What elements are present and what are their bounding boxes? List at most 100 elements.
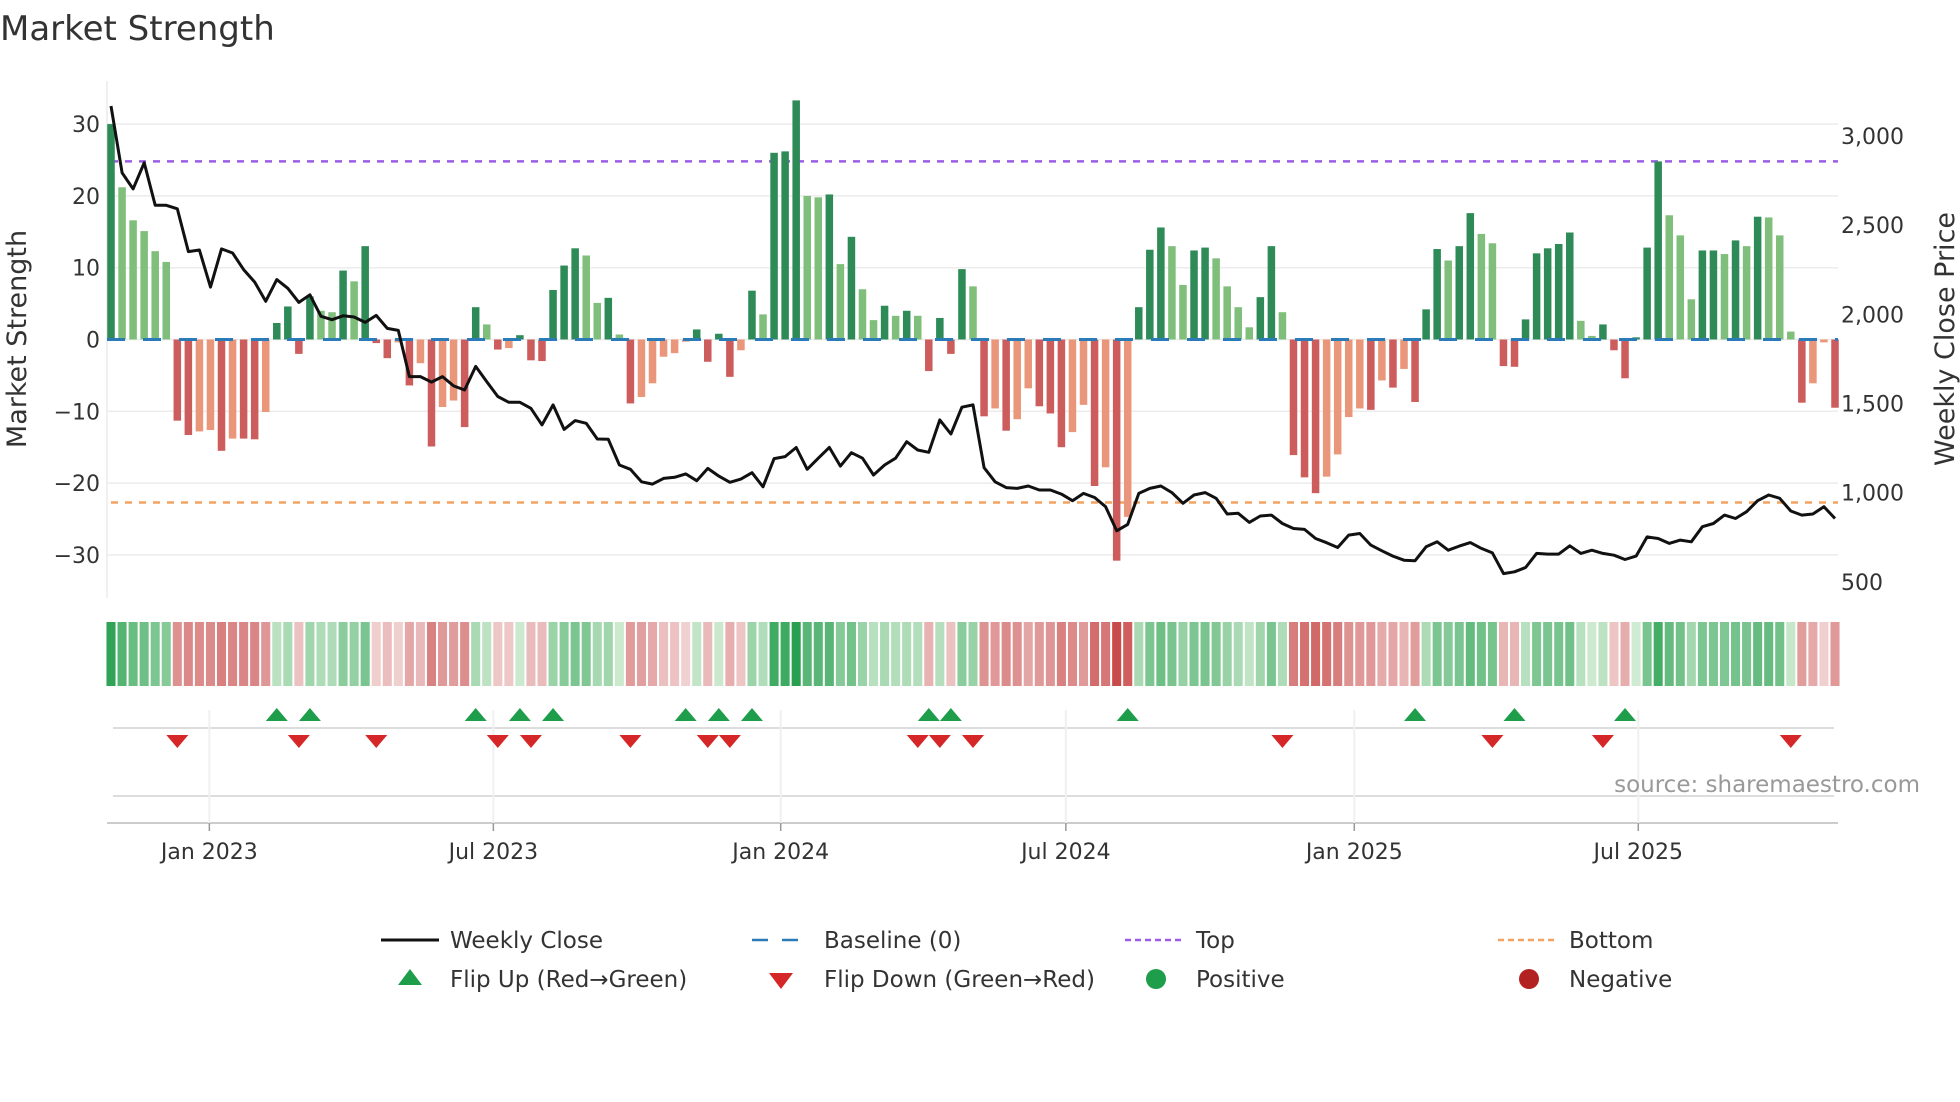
- heat-strip-cell: [1509, 622, 1520, 686]
- heat-strip-cell: [1620, 622, 1630, 686]
- heat-strip-cell: [106, 622, 116, 686]
- strength-bar: [692, 329, 701, 340]
- strength-bar: [549, 289, 557, 340]
- heat-strip-cell: [880, 622, 890, 686]
- heat-strip-cell: [802, 622, 812, 686]
- heat-strip-cell: [670, 622, 680, 686]
- heat-strip-cell: [1653, 622, 1663, 686]
- heat-strip-cell: [1521, 622, 1531, 686]
- strength-bar: [195, 339, 204, 432]
- strength-bar: [1411, 339, 1419, 402]
- strength-bar: [494, 339, 502, 350]
- heat-strip-cell: [250, 622, 260, 686]
- flip-down-marker: [365, 735, 388, 748]
- strength-bar: [958, 269, 966, 340]
- strength-bar: [1123, 339, 1132, 517]
- heat-strip-cell: [1399, 622, 1409, 686]
- strength-bar: [1079, 339, 1088, 405]
- heat-strip-cell: [758, 622, 768, 686]
- heat-strip-cell: [780, 622, 790, 686]
- legend-item: Positive: [1146, 967, 1285, 993]
- strength-bars: [107, 100, 1839, 561]
- x-axis-ticks: Jan 2023 Jul 2023 Jan 2024 Jul 2024 Jan 2025…: [159, 823, 1683, 865]
- heat-strip-cell: [1377, 622, 1387, 686]
- strength-bar: [1378, 339, 1386, 381]
- flip-down-marker: [287, 735, 310, 748]
- strength-bar: [582, 255, 590, 340]
- heat-strip-cell: [1587, 622, 1597, 686]
- heat-strip-cell: [1167, 622, 1177, 686]
- heat-strip-cell: [1543, 622, 1553, 686]
- heat-strip-cell: [736, 622, 746, 686]
- heat-strip-cell: [1742, 622, 1752, 686]
- heat-strip-cell: [1642, 622, 1652, 686]
- strength-bar: [1775, 235, 1784, 340]
- heat-strip-cell: [725, 622, 735, 686]
- heat-strip-cell: [1366, 622, 1376, 686]
- strength-bar: [273, 322, 281, 340]
- strength-bar: [1543, 248, 1552, 340]
- flip-down-marker: [1591, 735, 1614, 748]
- heat-strip-cell: [902, 622, 912, 686]
- strength-bar: [1035, 339, 1044, 407]
- heat-strip-cell: [692, 622, 702, 686]
- x-tick-label: Jan 2025: [1304, 840, 1403, 865]
- heat-strip-cell: [1355, 622, 1365, 686]
- heat-strip-cell: [1465, 622, 1475, 686]
- heat-strip-cell: [371, 622, 381, 686]
- heat-strip-cell: [482, 622, 492, 686]
- strength-bar: [427, 339, 436, 447]
- heat-strip-cell: [239, 622, 249, 686]
- triangle-down-icon: [769, 973, 793, 989]
- legend: Weekly Close Baseline (0) Top Bottom Flip Up…: [381, 928, 1672, 993]
- heat-strip-cell: [747, 622, 757, 686]
- strength-bar: [261, 339, 270, 413]
- strength-bar: [604, 297, 613, 340]
- strength-bar: [151, 251, 159, 340]
- source-label: source: sharemaestro.com: [1614, 772, 1920, 798]
- strength-bar: [947, 339, 955, 354]
- legend-label: Flip Up (Red→Green): [450, 967, 687, 993]
- strength-bar: [217, 339, 226, 451]
- strength-bar: [836, 264, 845, 340]
- legend-label: Negative: [1569, 967, 1672, 993]
- strength-bar: [748, 290, 756, 340]
- heat-strip-cell: [1609, 622, 1619, 686]
- heat-strip-cell: [183, 622, 193, 686]
- heat-strip-cell: [813, 622, 823, 686]
- flip-up-marker: [674, 708, 697, 721]
- heat-strip-cell: [1145, 622, 1155, 686]
- flip-down-marker: [1779, 735, 1802, 748]
- heat-strip-cell: [791, 622, 801, 686]
- strength-bar: [1046, 339, 1055, 414]
- strength-bar: [1532, 253, 1541, 340]
- strength-bar: [239, 339, 248, 439]
- strength-bar: [670, 339, 679, 354]
- y-tick-label: −30: [54, 544, 100, 569]
- heat-strip-cell: [1454, 622, 1464, 686]
- x-tick-label: Jan 2023: [159, 840, 258, 865]
- strength-bar: [593, 302, 602, 340]
- heat-strip-cell: [990, 622, 1000, 686]
- heat-strip-cell: [537, 622, 547, 686]
- heat-strip-cell: [957, 622, 967, 686]
- heat-strip-cell: [194, 622, 204, 686]
- heat-strip-cell: [139, 622, 149, 686]
- heat-strip-cell: [1697, 622, 1707, 686]
- flip-down-marker: [696, 735, 719, 748]
- strength-bar: [1554, 243, 1563, 340]
- strength-bar: [925, 339, 933, 372]
- flip-up-marker: [298, 708, 321, 721]
- heat-strip-cell: [581, 622, 591, 686]
- heat-strip-cell: [526, 622, 536, 686]
- strength-bar: [1477, 233, 1486, 340]
- strength-bar: [648, 339, 657, 384]
- strength-bar: [1245, 327, 1254, 340]
- strength-bar: [1488, 243, 1497, 340]
- strength-bar: [1687, 299, 1696, 340]
- legend-label: Flip Down (Green→Red): [824, 967, 1095, 993]
- heat-strip-cell: [1819, 622, 1829, 686]
- strength-bar: [1146, 249, 1154, 340]
- heat-strip-cell: [1675, 622, 1685, 686]
- strength-bar: [1455, 246, 1464, 340]
